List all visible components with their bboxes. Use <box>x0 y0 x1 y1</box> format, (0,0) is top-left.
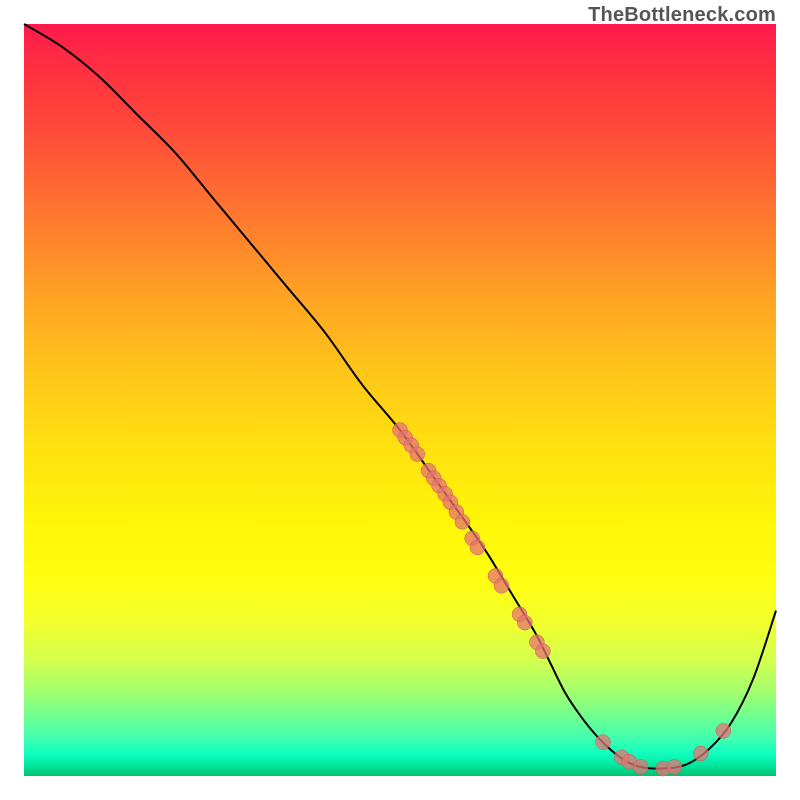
scatter-dot <box>633 759 648 774</box>
scatter-dot <box>470 540 485 555</box>
scatter-dot <box>667 759 682 774</box>
scatter-dot <box>455 514 470 529</box>
scatter-dot <box>410 447 425 462</box>
scatter-dot <box>517 615 532 630</box>
scatter-dot <box>535 644 550 659</box>
scatter-dot <box>596 735 611 750</box>
scatter-dot <box>494 578 509 593</box>
scatter-dot <box>693 746 708 761</box>
chart-overlay <box>24 24 776 776</box>
chart-container: TheBottleneck.com <box>0 0 800 800</box>
scatter-points <box>393 423 731 776</box>
bottleneck-curve <box>24 24 776 769</box>
scatter-dot <box>716 723 731 738</box>
